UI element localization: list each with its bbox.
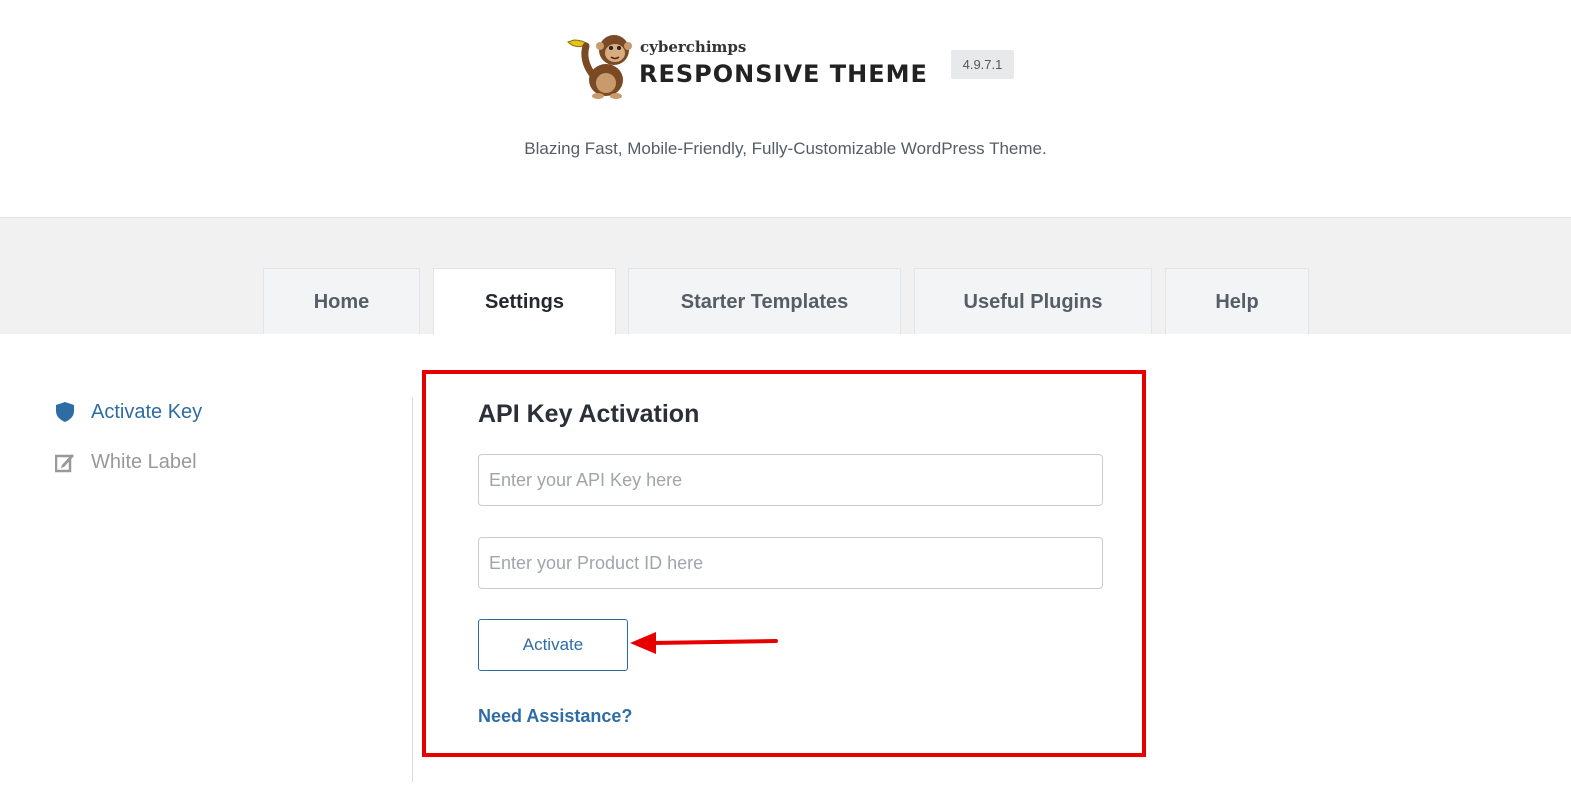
sidebar-item-label: White Label [91,450,197,473]
page-header: cyberchimps RESPONSIVE THEME 4.9.7.1 Bla… [0,0,1571,218]
tab-starter-templates[interactable]: Starter Templates [628,268,901,334]
tab-settings[interactable]: Settings [433,268,616,335]
shield-icon [55,401,75,423]
sidebar-item-label: Activate Key [91,400,203,423]
brand-name-small: cyberchimps [640,38,747,56]
monkey-mascot-icon [567,35,632,99]
edit-icon [55,451,75,473]
tab-help[interactable]: Help [1165,268,1309,334]
version-badge: 4.9.7.1 [951,50,1014,79]
brand-logo: cyberchimps RESPONSIVE THEME [566,28,928,102]
tab-home[interactable]: Home [263,268,420,334]
sidebar-item-white-label[interactable]: White Label [55,447,197,477]
activate-button[interactable]: Activate [478,619,628,671]
content-divider [412,397,413,782]
api-key-input[interactable] [478,454,1103,506]
page-title: API Key Activation [478,400,700,428]
need-assistance-link[interactable]: Need Assistance? [478,706,632,727]
tab-useful-plugins[interactable]: Useful Plugins [914,268,1152,334]
brand-name-large: RESPONSIVE THEME [639,60,928,88]
arrow-annotation-icon [630,632,778,654]
product-id-input[interactable] [478,537,1103,589]
sidebar-item-activate-key[interactable]: Activate Key [55,397,202,427]
tagline: Blazing Fast, Mobile-Friendly, Fully-Cus… [524,139,1047,158]
